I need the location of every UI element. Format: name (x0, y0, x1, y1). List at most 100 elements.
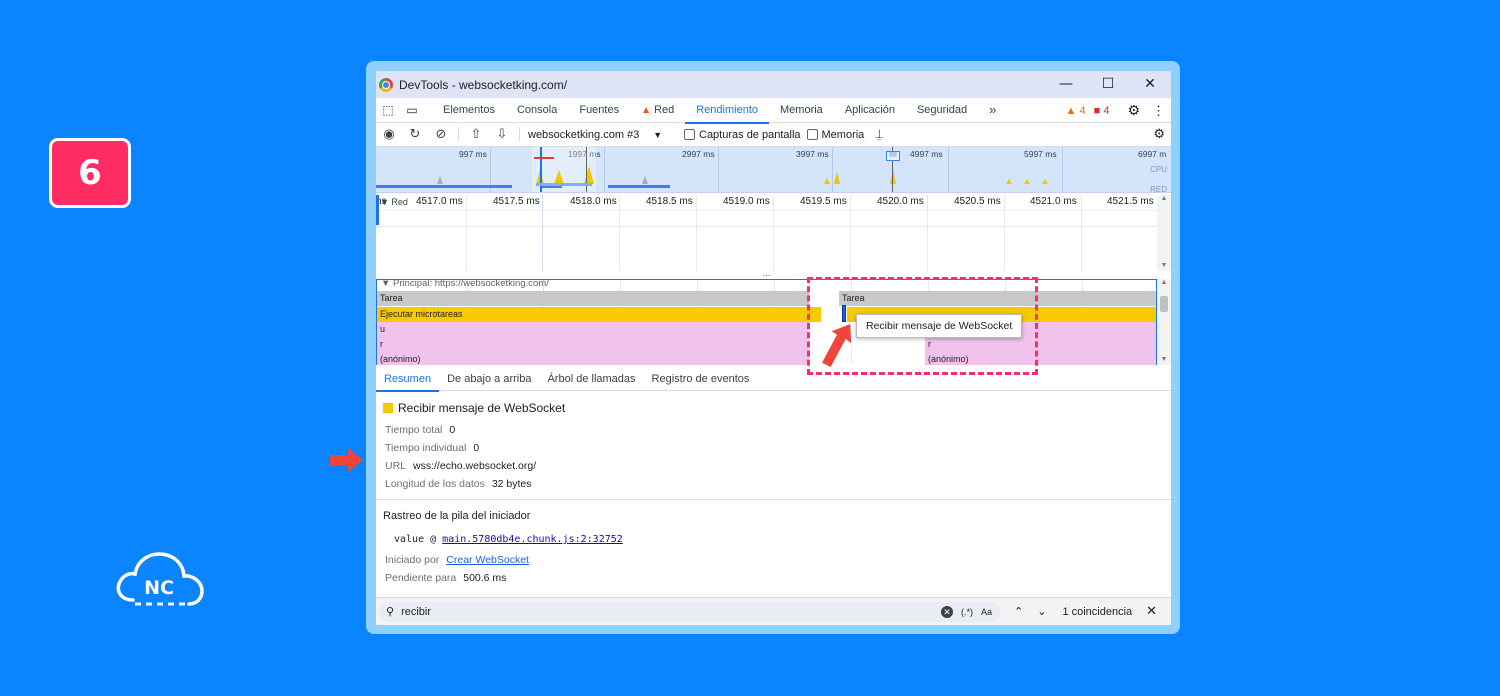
event-title: Recibir mensaje de WebSocket (383, 401, 1171, 415)
target-select[interactable]: websocketking.com #3 ▼ (528, 129, 678, 141)
stack-trace-line: value @ main.5780db4e.chunk.js:2:32752 (394, 534, 1171, 545)
warnings-count: 4 (1079, 104, 1086, 117)
tab-event-log[interactable]: Registro de eventos (644, 367, 758, 391)
title-bar: DevTools - websocketking.com/ — ☐ ✕ (376, 71, 1171, 98)
pointer-arrow-icon (330, 448, 363, 472)
initiated-link[interactable]: Crear WebSocket (446, 554, 529, 566)
stack-source-link[interactable]: main.5780db4e.chunk.js:2:32752 (442, 534, 623, 545)
search-query: recibir (401, 605, 432, 618)
search-icon: ⚲ (386, 605, 395, 618)
broom-icon[interactable]: ⍊ (866, 127, 892, 142)
toolbar-divider (519, 127, 520, 142)
clear-icon[interactable]: ⊘ (428, 127, 454, 142)
regex-toggle[interactable]: (.*) (961, 607, 973, 617)
function-call-bar[interactable]: u (377, 322, 809, 337)
overview-tick: 4997 ms (910, 149, 943, 159)
step-badge: 6 (49, 138, 131, 208)
timeline-overview[interactable]: 997 ms 1997 ms 2997 ms 3997 ms 4997 ms 5… (376, 147, 1171, 194)
flame-scrollbar[interactable]: ▲ ▼ (1157, 279, 1171, 365)
function-call-bar[interactable]: r (377, 337, 809, 352)
initiated-row: Iniciado por Crear WebSocket (385, 551, 1171, 569)
search-input[interactable]: ⚲ recibir ✕ (.*) Aa (379, 601, 1000, 622)
memory-checkbox[interactable]: Memoria (806, 129, 864, 141)
checkbox-box (684, 129, 695, 140)
next-match-icon[interactable]: ⌄ (1037, 605, 1046, 618)
self-time-value: 0 (473, 442, 480, 454)
nc-cloud-logo: NC (116, 552, 204, 606)
search-bar: ⚲ recibir ✕ (.*) Aa ⌃ ⌄ 1 coincidencia ✕ (376, 597, 1171, 625)
network-scrollbar[interactable]: ▲ ▼ (1157, 195, 1171, 271)
match-case-toggle[interactable]: Aa (981, 607, 992, 617)
main-thread-label: ▼ Principal: https://websocketking.com/ (381, 279, 549, 289)
tab-fuentes[interactable]: Fuentes (568, 98, 630, 123)
network-track: ▼ Red (376, 195, 1157, 271)
overview-tick: 3997 ms (796, 149, 829, 159)
logo-text: NC (144, 577, 174, 599)
tab-call-tree[interactable]: Árbol de llamadas (539, 367, 643, 391)
url-value: wss://echo.websocket.org/ (413, 460, 537, 472)
total-time-row: Tiempo total 0 (385, 421, 1171, 439)
performance-toolbar: ◉ ↻ ⊘ ⇧ ⇩ websocketking.com #3 ▼ Capturas… (376, 123, 1171, 147)
tab-resumen[interactable]: Resumen (376, 367, 440, 392)
screenshots-checkbox[interactable]: Capturas de pantalla (684, 129, 801, 141)
network-track-label[interactable]: ▼ Red (380, 197, 408, 207)
clear-search-icon[interactable]: ✕ (940, 605, 953, 618)
divider (376, 499, 1171, 500)
match-count: 1 coincidencia (1062, 605, 1133, 618)
total-time-value: 0 (449, 424, 456, 436)
tab-rendimiento[interactable]: Rendimiento (685, 98, 769, 124)
download-icon[interactable]: ⇩ (489, 127, 515, 142)
stack-fn: value @ (394, 534, 443, 545)
self-time-row: Tiempo individual 0 (385, 439, 1171, 457)
overview-tick: 6997 m (1138, 149, 1167, 159)
pane-resizer[interactable]: ... (376, 269, 1157, 279)
device-toolbar-icon[interactable]: ▭ (400, 103, 424, 117)
tab-elementos[interactable]: Elementos (432, 98, 506, 123)
more-options-icon[interactable]: ⋮ (1152, 103, 1165, 119)
devtools-window: DevTools - websocketking.com/ — ☐ ✕ ⬚ ▭ … (376, 71, 1171, 625)
microtasks-bar[interactable]: Ejecutar microtareas (377, 307, 821, 322)
record-icon[interactable]: ◉ (376, 127, 402, 142)
close-button[interactable]: ✕ (1129, 71, 1171, 98)
tab-red[interactable]: ▲ Red (630, 98, 685, 123)
warnings-badge[interactable]: ▲ 4 (1066, 105, 1086, 117)
total-time-label: Tiempo total (385, 424, 443, 436)
panel-tabs: ⬚ ▭ Elementos Consola Fuentes ▲ Red Rend… (376, 98, 1171, 124)
tab-memoria[interactable]: Memoria (769, 98, 834, 123)
tab-aplicacion[interactable]: Aplicación (834, 98, 906, 123)
target-select-value: websocketking.com #3 (528, 128, 640, 141)
tab-red-label: Red (654, 103, 675, 116)
inspect-element-icon[interactable]: ⬚ (376, 103, 400, 117)
maximize-button[interactable]: ☐ (1087, 71, 1129, 98)
minimize-button[interactable]: — (1045, 71, 1087, 98)
tab-seguridad[interactable]: Seguridad (906, 98, 978, 123)
chevron-down-icon: ▼ (653, 129, 663, 140)
upload-icon[interactable]: ⇧ (463, 127, 489, 142)
capture-settings-gear-icon[interactable]: ⚙ (1153, 127, 1165, 142)
overview-tick: 997 ms (459, 149, 487, 159)
chrome-icon (379, 77, 393, 92)
cpu-label: CPU (1150, 165, 1167, 174)
toolbar-divider (458, 127, 459, 142)
settings-gear-icon[interactable]: ⚙ (1127, 103, 1140, 119)
summary-panel: Recibir mensaje de WebSocket Tiempo tota… (376, 393, 1171, 587)
overview-tick: 5997 ms (1024, 149, 1057, 159)
close-search-icon[interactable]: ✕ (1146, 604, 1157, 619)
reload-icon[interactable]: ↻ (402, 127, 428, 142)
tab-consola[interactable]: Consola (506, 98, 568, 123)
checkbox-box (806, 129, 818, 140)
anonymous-bar[interactable]: (anónimo) (377, 352, 809, 365)
screenshots-label: Capturas de pantalla (699, 128, 801, 141)
detail-tabs: Resumen De abajo a arriba Árbol de llama… (376, 367, 1171, 392)
data-length-label: Longitud de los datos (385, 478, 485, 490)
tab-bottom-up[interactable]: De abajo a arriba (439, 367, 539, 391)
self-time-label: Tiempo individual (385, 442, 467, 454)
overview-tick: 2997 ms (682, 149, 715, 159)
previous-match-icon[interactable]: ⌃ (1014, 605, 1023, 618)
errors-badge[interactable]: ■ 4 (1094, 105, 1110, 117)
flame-chart[interactable]: ▼ Principal: https://websocketking.com/ … (376, 279, 1157, 365)
window-title: DevTools - websocketking.com/ (399, 77, 568, 92)
more-tabs-icon[interactable]: » (978, 98, 1007, 123)
task-bar[interactable]: Tarea (377, 291, 809, 306)
data-length-row: Longitud de los datos 32 bytes (385, 475, 1171, 493)
